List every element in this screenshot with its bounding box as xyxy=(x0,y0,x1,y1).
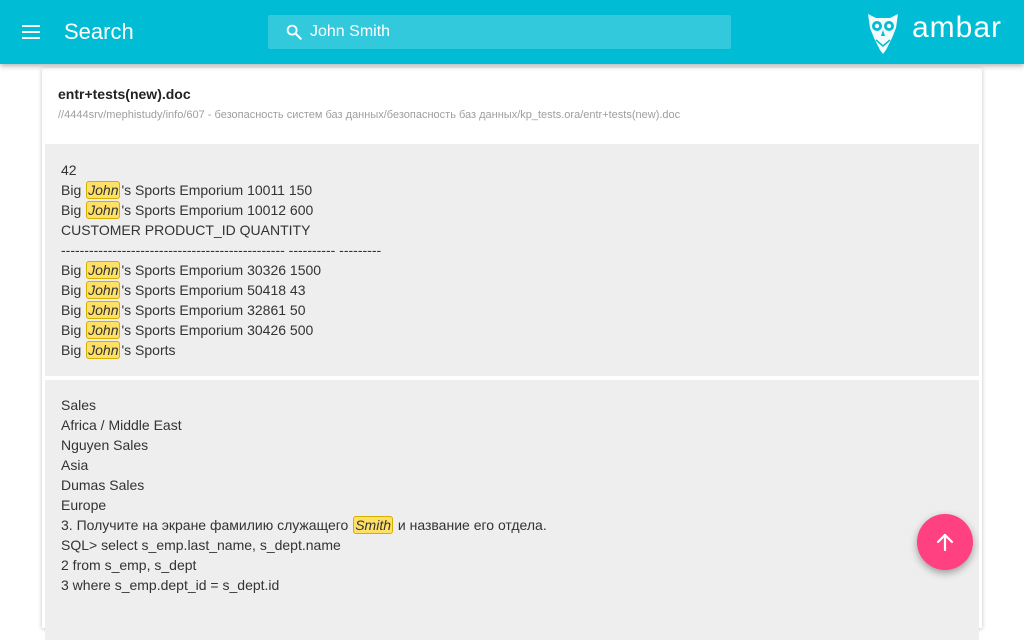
snippet-text: 's Sports Emporium 32861 50 xyxy=(121,302,306,318)
search-highlight: Smith xyxy=(353,516,394,534)
search-highlight: John xyxy=(86,341,121,359)
snippet-text: 2 from s_emp, s_dept xyxy=(61,557,197,573)
snippet-text: ----------------------------------------… xyxy=(61,242,382,258)
result-file-path: //4444srv/mephistudy/info/607 - безопасн… xyxy=(58,109,681,121)
snippet-line: SQL> select s_emp.last_name, s_dept.name xyxy=(45,535,979,555)
search-highlight: John xyxy=(86,261,121,279)
snippet-line: Big John's Sports Emporium 10011 150 xyxy=(45,180,979,200)
snippet-text: 's Sports xyxy=(121,342,176,358)
arrow-up-icon xyxy=(936,533,954,552)
snippet-line: Big John's Sports Emporium 32861 50 xyxy=(45,300,979,320)
snippet-line: 42 xyxy=(45,160,979,180)
snippet-line: Sales xyxy=(45,395,979,415)
snippet-text: Nguyen Sales xyxy=(61,437,149,453)
snippet-text: Big xyxy=(61,202,86,218)
search-icon xyxy=(286,24,302,40)
scroll-to-top-button[interactable] xyxy=(917,514,973,570)
snippet-text: Dumas Sales xyxy=(61,477,145,493)
owl-logo-icon xyxy=(868,14,898,54)
snippet-text: Africa / Middle East xyxy=(61,417,182,433)
snippet-text: SQL> select s_emp.last_name, s_dept.name xyxy=(61,537,341,553)
snippet-line: Big John's Sports Emporium 50418 43 xyxy=(45,280,979,300)
snippet-line: 3. Получите на экране фамилию служащего … xyxy=(45,515,979,535)
snippet-text: 's Sports Emporium 30326 1500 xyxy=(121,262,322,278)
snippet-line: Big John's Sports xyxy=(45,340,979,360)
snippet-text: CUSTOMER PRODUCT_ID QUANTITY xyxy=(61,222,311,238)
search-result-card: entr+tests(new).doc //4444srv/mephistudy… xyxy=(42,68,982,640)
snippet-text: Big xyxy=(61,262,86,278)
snippet-line: Big John's Sports Emporium 10012 600 xyxy=(45,200,979,220)
snippet-line: Big John's Sports Emporium 30326 1500 xyxy=(45,260,979,280)
menu-icon[interactable] xyxy=(22,24,42,40)
search-bar[interactable] xyxy=(268,15,731,49)
snippet-text: 3. Получите на экране фамилию служащего xyxy=(61,517,353,533)
snippet-text: и название его отдела. xyxy=(394,517,547,533)
snippet-text: 3 where s_emp.dept_id = s_dept.id xyxy=(61,577,280,593)
snippet-line: ----------------------------------------… xyxy=(45,240,979,260)
snippet-text: 's Sports Emporium 30426 500 xyxy=(121,322,314,338)
snippet-text: Big xyxy=(61,182,86,198)
search-highlight: John xyxy=(86,301,121,319)
result-snippet: 42 Big John's Sports Emporium 10011 150 Bi… xyxy=(45,144,979,376)
snippet-text: 's Sports Emporium 50418 43 xyxy=(121,282,306,298)
snippet-text: Sales xyxy=(61,397,97,413)
search-highlight: John xyxy=(86,321,121,339)
snippet-line: CUSTOMER PRODUCT_ID QUANTITY xyxy=(45,220,979,240)
snippet-text: 's Sports Emporium 10011 150 xyxy=(121,182,313,198)
search-highlight: John xyxy=(86,181,121,199)
snippet-text: Big xyxy=(61,322,86,338)
snippet-text: Big xyxy=(61,302,86,318)
result-snippet: Sales Africa / Middle East Nguyen Sales Asi… xyxy=(45,380,979,640)
app-bar: Search ambar xyxy=(0,0,1024,64)
result-file-name[interactable]: entr+tests(new).doc xyxy=(58,86,191,102)
snippet-line: 2 from s_emp, s_dept xyxy=(45,555,979,575)
snippet-line: 3 where s_emp.dept_id = s_dept.id xyxy=(45,575,979,595)
snippet-line: Big John's Sports Emporium 30426 500 xyxy=(45,320,979,340)
search-input[interactable] xyxy=(310,15,710,49)
snippet-line: Nguyen Sales xyxy=(45,435,979,455)
snippet-line: Europe xyxy=(45,495,979,515)
search-highlight: John xyxy=(86,281,121,299)
snippet-text: Big xyxy=(61,282,86,298)
snippet-text: Asia xyxy=(61,457,89,473)
page-title: Search xyxy=(64,19,134,44)
snippet-line: Asia xyxy=(45,455,979,475)
snippet-text: 42 xyxy=(61,162,77,178)
snippet-line: Africa / Middle East xyxy=(45,415,979,435)
snippet-line: Dumas Sales xyxy=(45,475,979,495)
logo-wordmark: ambar xyxy=(912,11,1003,44)
snippet-text: Europe xyxy=(61,497,107,513)
snippet-text: Big xyxy=(61,342,86,358)
search-highlight: John xyxy=(86,201,121,219)
ambar-logo[interactable]: ambar xyxy=(866,8,1016,54)
snippet-text: 's Sports Emporium 10012 600 xyxy=(121,202,314,218)
